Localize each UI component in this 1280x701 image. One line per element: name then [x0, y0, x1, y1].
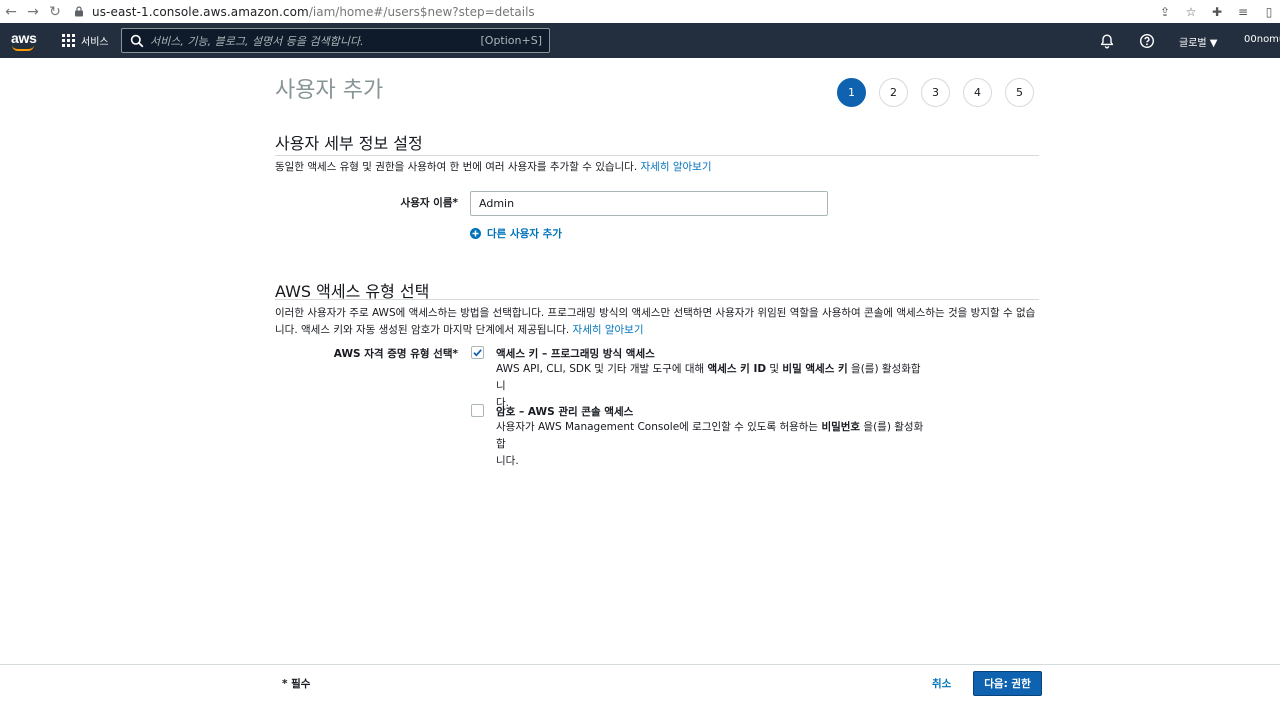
access-type-description-line1: 이러한 사용자가 주로 AWS에 액세스하는 방법을 선택합니다. 프로그래밍 … [275, 307, 1036, 319]
step-3[interactable]: 3 [921, 78, 950, 107]
user-details-description-text: 동일한 액세스 유형 및 권한을 사용하여 한 번에 여러 사용자를 추가할 수… [275, 161, 638, 173]
aws-top-nav: aws 서비스 서비스, 기능, 블로그, 설명서 등을 검색합니다. [Opt… [0, 23, 1280, 58]
access-key-desc-text: AWS API, CLI, SDK 및 기타 개발 도구에 대해 [496, 363, 708, 375]
password-term: 비밀번호 [821, 421, 861, 433]
browser-actions: ⇪ ☆ ✚ ≡ ▯ [1156, 0, 1280, 23]
wizard-steps: 1 2 3 4 5 [837, 78, 1034, 107]
username-label: 사용자 이름* [400, 197, 458, 209]
user-details-heading: 사용자 세부 정보 설정 [275, 134, 423, 153]
step-2[interactable]: 2 [879, 78, 908, 107]
access-key-option-title: 액세스 키 – 프로그래밍 방식 액세스 [496, 348, 655, 360]
username-field[interactable] [470, 191, 828, 216]
section-divider [275, 299, 1039, 300]
account-menu[interactable]: 00nomu [1244, 34, 1280, 45]
password-desc-text: 니다. [496, 455, 519, 467]
add-another-user-link[interactable]: 다른 사용자 추가 [470, 226, 562, 241]
access-key-desc-text: 및 [766, 363, 783, 375]
help-icon[interactable] [1139, 33, 1155, 49]
share-icon[interactable]: ⇪ [1156, 3, 1174, 21]
url-host: us-east-1.console.aws.amazon.com [92, 4, 309, 19]
aws-smile-icon [12, 45, 34, 51]
reading-list-icon[interactable]: ≡ [1234, 3, 1252, 21]
step-5[interactable]: 5 [1005, 78, 1034, 107]
page-title: 사용자 추가 [275, 78, 384, 103]
sidebar-icon[interactable]: ▯ [1260, 3, 1278, 21]
search-icon [130, 34, 144, 47]
forward-icon[interactable]: → [22, 2, 44, 22]
password-console-checkbox[interactable] [471, 404, 484, 417]
learn-more-link[interactable]: 자세히 알아보기 [641, 161, 712, 173]
services-grid-icon [62, 34, 75, 47]
access-key-id-term: 액세스 키 ID [707, 363, 767, 375]
aws-logo[interactable]: aws [11, 28, 37, 54]
lock-icon [72, 5, 86, 19]
bookmark-star-icon[interactable]: ☆ [1182, 3, 1200, 21]
password-desc-text: 사용자가 AWS Management Console에 로그인할 수 있도록 … [496, 421, 822, 433]
aws-logo-text: aws [11, 29, 37, 46]
password-option-description: 사용자가 AWS Management Console에 로그인할 수 있도록 … [496, 419, 928, 470]
access-type-description: 이러한 사용자가 주로 AWS에 액세스하는 방법을 선택합니다. 프로그래밍 … [275, 305, 1039, 339]
add-another-user-label: 다른 사용자 추가 [487, 228, 562, 240]
step-1[interactable]: 1 [837, 78, 866, 107]
step-4[interactable]: 4 [963, 78, 992, 107]
services-menu[interactable]: 서비스 [62, 33, 109, 48]
search-shortcut: [Option+S] [480, 34, 543, 47]
reload-icon[interactable]: ↻ [44, 2, 66, 22]
browser-toolbar: ← → ↻ us-east-1.console.aws.amazon.com/i… [0, 0, 1280, 23]
extensions-icon[interactable]: ✚ [1208, 3, 1226, 21]
user-details-description: 동일한 액세스 유형 및 권한을 사용하여 한 번에 여러 사용자를 추가할 수… [275, 159, 711, 176]
access-key-checkbox[interactable] [471, 346, 484, 359]
secret-key-term: 비밀 액세스 키 [782, 363, 848, 375]
search-placeholder: 서비스, 기능, 블로그, 설명서 등을 검색합니다. [150, 34, 364, 48]
required-note: * 필수 [282, 678, 311, 690]
cancel-button[interactable]: 취소 [932, 676, 951, 691]
next-permissions-button[interactable]: 다음: 권한 [973, 671, 1042, 696]
search-input[interactable]: 서비스, 기능, 블로그, 설명서 등을 검색합니다. [Option+S] [121, 28, 550, 53]
credential-type-label: AWS 자격 증명 유형 선택* [333, 348, 458, 360]
wizard-footer: * 필수 취소 다음: 권한 [0, 664, 1280, 701]
learn-more-link[interactable]: 자세히 알아보기 [573, 324, 644, 336]
url-path: /iam/home#/users$new?step=details [308, 4, 535, 19]
back-icon[interactable]: ← [0, 2, 22, 22]
services-label: 서비스 [81, 37, 109, 48]
access-type-description-line2: 니다. 액세스 키와 자동 생성된 암호가 마지막 단계에서 제공됩니다. [275, 324, 570, 336]
region-selector[interactable]: 글로벌 ▼ [1179, 34, 1217, 49]
notifications-bell-icon[interactable] [1099, 33, 1115, 49]
address-bar[interactable]: us-east-1.console.aws.amazon.com/iam/hom… [72, 2, 1132, 22]
plus-circle-icon [470, 228, 481, 239]
checkmark-icon [473, 349, 482, 357]
password-option-title: 암호 – AWS 관리 콘솔 액세스 [496, 406, 634, 418]
section-divider [275, 155, 1039, 156]
